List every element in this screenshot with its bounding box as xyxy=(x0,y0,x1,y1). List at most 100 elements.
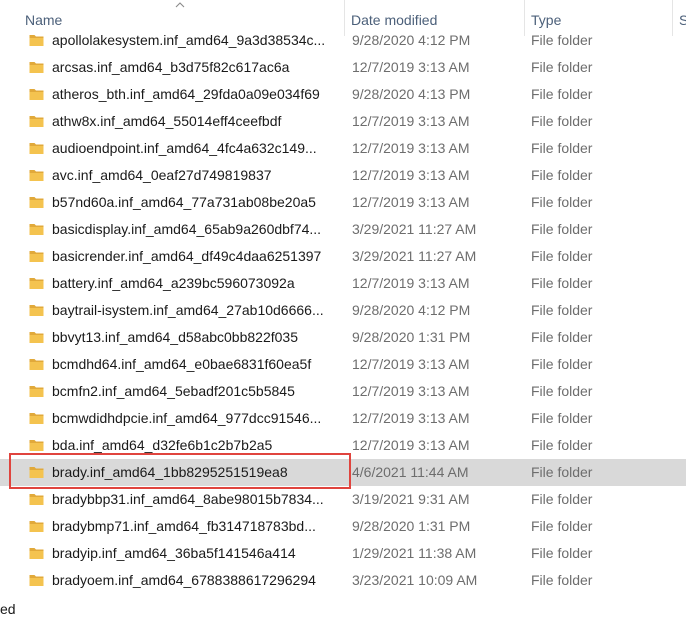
file-type: File folder xyxy=(531,383,593,399)
table-row[interactable]: bradybbp31.inf_amd64_8abe98015b7834... 3/… xyxy=(0,486,686,513)
file-type: File folder xyxy=(531,86,593,102)
folder-icon xyxy=(29,467,44,478)
file-name: apollolakesystem.inf_amd64_9a3d38534c... xyxy=(52,32,326,48)
folder-icon xyxy=(29,116,44,127)
file-date-modified: 4/6/2021 11:44 AM xyxy=(352,464,469,480)
table-row[interactable]: baytrail-isystem.inf_amd64_27ab10d6666..… xyxy=(0,297,686,324)
table-row[interactable]: athw8x.inf_amd64_55014eff4ceefbdf 12/7/20… xyxy=(0,108,686,135)
file-name: basicdisplay.inf_amd64_65ab9a260dbf74... xyxy=(52,221,322,237)
table-row[interactable]: bradyoem.inf_amd64_6788388617296294 3/23/… xyxy=(0,567,686,594)
folder-icon xyxy=(29,251,44,262)
folder-icon xyxy=(29,35,44,46)
file-date-modified: 12/7/2019 3:13 AM xyxy=(352,167,470,183)
file-type: File folder xyxy=(531,275,593,291)
table-row[interactable]: arcsas.inf_amd64_b3d75f82c617ac6a 12/7/20… xyxy=(0,54,686,81)
file-type: File folder xyxy=(531,491,593,507)
table-row[interactable]: avc.inf_amd64_0eaf27d749819837 12/7/2019 … xyxy=(0,162,686,189)
folder-icon xyxy=(29,548,44,559)
file-date-modified: 12/7/2019 3:13 AM xyxy=(352,275,470,291)
file-name: bradyip.inf_amd64_36ba5f141546a414 xyxy=(52,545,296,561)
file-name: bcmdhd64.inf_amd64_e0bae6831f60ea5f xyxy=(52,356,312,372)
file-type: File folder xyxy=(531,140,593,156)
folder-icon xyxy=(29,440,44,451)
table-row[interactable]: bcmdhd64.inf_amd64_e0bae6831f60ea5f 12/7/… xyxy=(0,351,686,378)
table-row[interactable]: bradybmp71.inf_amd64_fb314718783bd... 9/2… xyxy=(0,513,686,540)
file-type: File folder xyxy=(531,194,593,210)
table-row-selected[interactable]: brady.inf_amd64_1bb8295251519ea8 4/6/2021… xyxy=(0,459,686,486)
table-row[interactable]: bda.inf_amd64_d32fe6b1c2b7b2a5 12/7/2019 … xyxy=(0,432,686,459)
file-date-modified: 9/28/2020 4:12 PM xyxy=(352,302,471,318)
file-date-modified: 12/7/2019 3:13 AM xyxy=(352,356,470,372)
file-name: bda.inf_amd64_d32fe6b1c2b7b2a5 xyxy=(52,437,273,453)
folder-icon xyxy=(29,278,44,289)
folder-icon xyxy=(29,170,44,181)
file-type: File folder xyxy=(531,356,593,372)
folder-icon xyxy=(29,386,44,397)
table-row[interactable]: bcmfn2.inf_amd64_5ebadf201c5b5845 12/7/20… xyxy=(0,378,686,405)
file-date-modified: 9/28/2020 4:12 PM xyxy=(352,32,471,48)
file-type: File folder xyxy=(531,221,593,237)
file-name: battery.inf_amd64_a239bc596073092a xyxy=(52,275,295,291)
table-row[interactable]: bradyip.inf_amd64_36ba5f141546a414 1/29/2… xyxy=(0,540,686,567)
folder-icon xyxy=(29,494,44,505)
file-date-modified: 12/7/2019 3:13 AM xyxy=(352,410,470,426)
file-date-modified: 3/29/2021 11:27 AM xyxy=(352,221,477,237)
file-date-modified: 3/29/2021 11:27 AM xyxy=(352,248,477,264)
file-name: b57nd60a.inf_amd64_77a731ab08be20a5 xyxy=(52,194,316,210)
file-type: File folder xyxy=(531,437,593,453)
folder-icon xyxy=(29,143,44,154)
folder-icon xyxy=(29,224,44,235)
file-date-modified: 12/7/2019 3:13 AM xyxy=(352,113,470,129)
sort-ascending-icon xyxy=(175,2,185,8)
file-name: bradybbp31.inf_amd64_8abe98015b7834... xyxy=(52,491,324,507)
folder-icon xyxy=(29,332,44,343)
table-row[interactable]: battery.inf_amd64_a239bc596073092a 12/7/2… xyxy=(0,270,686,297)
file-date-modified: 9/28/2020 4:13 PM xyxy=(352,86,471,102)
file-type: File folder xyxy=(531,545,593,561)
table-row[interactable]: bbvyt13.inf_amd64_d58abc0bb822f035 9/28/2… xyxy=(0,324,686,351)
file-name: athw8x.inf_amd64_55014eff4ceefbdf xyxy=(52,113,282,129)
file-type: File folder xyxy=(531,572,593,588)
folder-icon xyxy=(29,575,44,586)
column-header-type-label: Type xyxy=(531,12,562,28)
file-name: baytrail-isystem.inf_amd64_27ab10d6666..… xyxy=(52,302,324,318)
file-name: bcmfn2.inf_amd64_5ebadf201c5b5845 xyxy=(52,383,295,399)
file-date-modified: 12/7/2019 3:13 AM xyxy=(352,59,470,75)
file-name: bradybmp71.inf_amd64_fb314718783bd... xyxy=(52,518,316,534)
file-type: File folder xyxy=(531,167,593,183)
file-date-modified: 9/28/2020 1:31 PM xyxy=(352,329,471,345)
file-type: File folder xyxy=(531,59,593,75)
file-date-modified: 1/29/2021 11:38 AM xyxy=(352,545,477,561)
file-date-modified: 3/23/2021 10:09 AM xyxy=(352,572,478,588)
status-bar-text: ed xyxy=(0,601,16,617)
column-header-size-label: S xyxy=(679,12,686,28)
table-row[interactable]: apollolakesystem.inf_amd64_9a3d38534c...… xyxy=(0,27,686,54)
file-name: bcmwdidhdpcie.inf_amd64_977dcc91546... xyxy=(52,410,322,426)
file-name: bradyoem.inf_amd64_6788388617296294 xyxy=(52,572,316,588)
column-header-name-label: Name xyxy=(25,12,63,28)
file-type: File folder xyxy=(531,113,593,129)
table-row[interactable]: basicrender.inf_amd64_df49c4daa6251397 3/… xyxy=(0,243,686,270)
table-row[interactable]: audioendpoint.inf_amd64_4fc4a632c149... 1… xyxy=(0,135,686,162)
table-row[interactable]: basicdisplay.inf_amd64_65ab9a260dbf74...… xyxy=(0,216,686,243)
file-type: File folder xyxy=(531,248,593,264)
file-type: File folder xyxy=(531,464,593,480)
file-name: arcsas.inf_amd64_b3d75f82c617ac6a xyxy=(52,59,290,75)
file-name: bbvyt13.inf_amd64_d58abc0bb822f035 xyxy=(52,329,298,345)
file-date-modified: 3/19/2021 9:31 AM xyxy=(352,491,470,507)
file-date-modified: 9/28/2020 1:31 PM xyxy=(352,518,471,534)
folder-icon xyxy=(29,62,44,73)
file-date-modified: 12/7/2019 3:13 AM xyxy=(352,383,470,399)
folder-icon xyxy=(29,197,44,208)
folder-icon xyxy=(29,413,44,424)
file-type: File folder xyxy=(531,410,593,426)
table-row[interactable]: bcmwdidhdpcie.inf_amd64_977dcc91546... 12… xyxy=(0,405,686,432)
file-type: File folder xyxy=(531,302,593,318)
file-name: atheros_bth.inf_amd64_29fda0a09e034f69 xyxy=(52,86,320,102)
file-name: audioendpoint.inf_amd64_4fc4a632c149... xyxy=(52,140,317,156)
file-date-modified: 12/7/2019 3:13 AM xyxy=(352,194,470,210)
table-row[interactable]: atheros_bth.inf_amd64_29fda0a09e034f69 9/… xyxy=(0,81,686,108)
table-row[interactable]: b57nd60a.inf_amd64_77a731ab08be20a5 12/7/… xyxy=(0,189,686,216)
column-header-date-label: Date modified xyxy=(351,12,438,28)
file-name: avc.inf_amd64_0eaf27d749819837 xyxy=(52,167,272,183)
